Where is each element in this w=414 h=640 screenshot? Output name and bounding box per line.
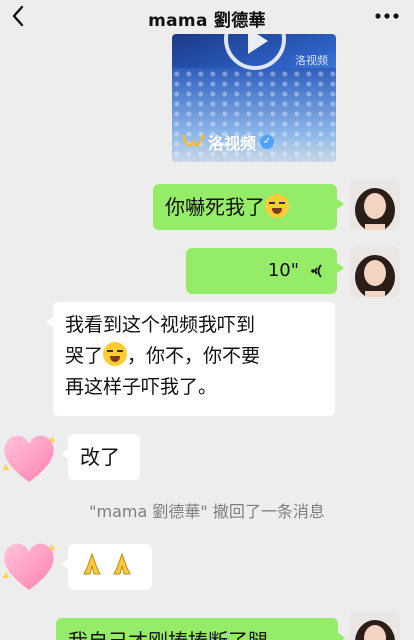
message-bubble-incoming[interactable]: 我看到这个视频我吓到 哭了 ，你不，你不要 再这样子吓我了。 [46, 302, 335, 416]
folded-hands-icon [110, 552, 134, 576]
play-icon[interactable] [224, 34, 286, 70]
video-source-label: 洛视频 [208, 134, 257, 153]
verified-icon: ✓ [260, 135, 275, 149]
message-line: 我看到这个视频我吓到 [65, 314, 256, 336]
message-line: 再这样子吓我了。 [65, 376, 218, 398]
message-text: 你嚇死我了 [165, 195, 265, 219]
heart-avatar-icon[interactable] [0, 430, 58, 486]
chat-header: mama 劉德華 [0, 0, 414, 34]
profile-photo-icon [350, 612, 400, 640]
profile-photo-icon [350, 247, 400, 297]
chat-title: mama 劉德華 [148, 11, 266, 31]
message-bubble-incoming[interactable]: 改了 [61, 434, 140, 480]
message-line: 哭了 [65, 345, 104, 367]
more-options-icon[interactable] [374, 8, 400, 24]
video-message[interactable]: 洛视频 洛视频 ✓ [172, 34, 336, 162]
profile-photo-icon [350, 180, 400, 230]
message-text: 改了 [80, 445, 120, 469]
heart-avatar-icon[interactable] [0, 538, 58, 594]
avatar-self[interactable] [350, 612, 400, 640]
video-source: 洛视频 ✓ [182, 130, 275, 154]
message-bubble-outgoing[interactable]: 你嚇死我了 [153, 184, 344, 230]
message-text: 我自己才刚捧捧断了腿 [68, 629, 268, 640]
video-watermark: 洛视频 [295, 54, 328, 67]
voice-wave-icon [311, 264, 322, 278]
message-line: ，你不，你不要 [127, 345, 261, 367]
recall-notice: "mama 劉德華" 撤回了一条消息 [89, 502, 325, 521]
voice-message[interactable]: 10" [186, 248, 344, 294]
emoji-group [80, 552, 134, 576]
avatar-self[interactable] [350, 247, 400, 297]
avatar-self[interactable] [350, 180, 400, 230]
folded-hands-icon [80, 552, 104, 576]
message-list[interactable]: 洛视频 洛视频 ✓ 你嚇死我了 10" 我看到这个视频我吓到 哭了 ，你不，你不… [0, 34, 414, 640]
crying-emoji-icon [103, 342, 128, 366]
message-bubble-incoming[interactable] [61, 544, 152, 590]
message-bubble-outgoing[interactable]: 我自己才刚捧捧断了腿 [56, 618, 345, 640]
voice-duration: 10" [267, 260, 299, 281]
luo-video-logo-icon [182, 134, 204, 147]
crying-emoji-icon [265, 194, 289, 218]
